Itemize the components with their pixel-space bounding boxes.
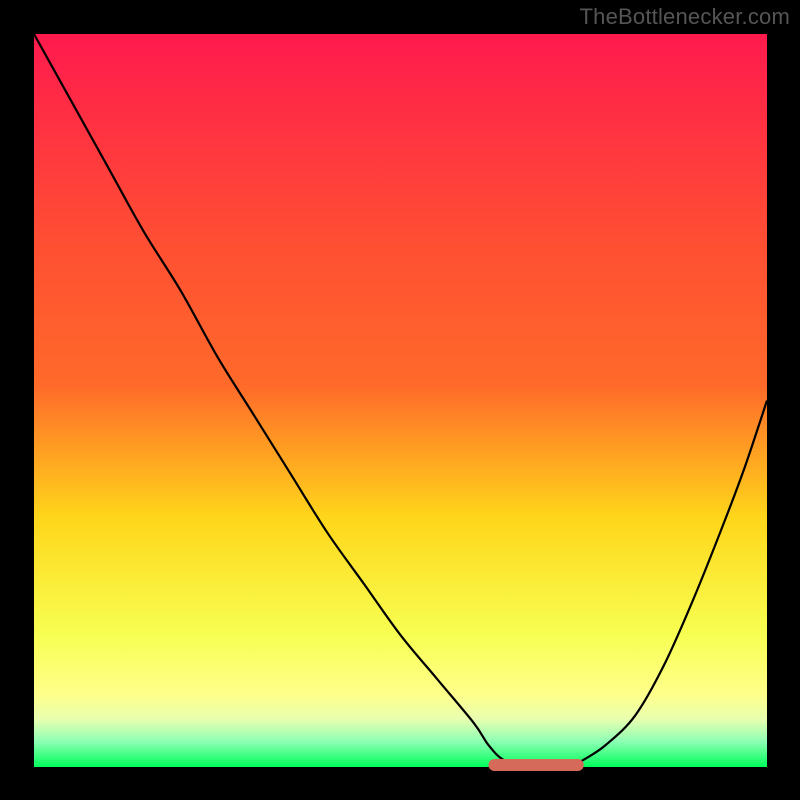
watermark-text: TheBottlenecker.com <box>580 4 790 30</box>
plot-background <box>34 34 767 767</box>
chart-container: TheBottlenecker.com <box>0 0 800 800</box>
optimal-zone-marker <box>488 759 583 771</box>
bottleneck-chart <box>0 0 800 800</box>
